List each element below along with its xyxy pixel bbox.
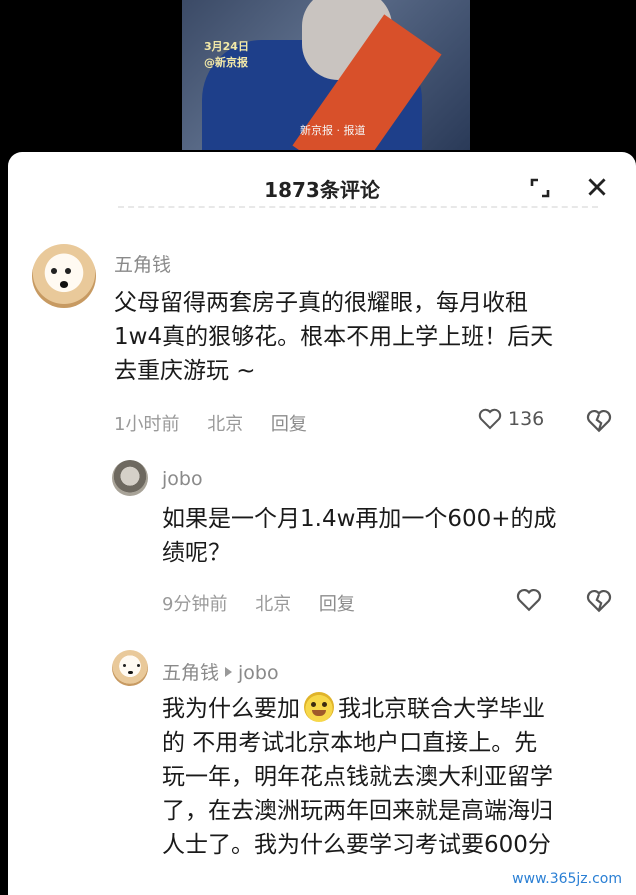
comments-sheet: 1873条评论 五角钱 父母留得两套房子真的很耀眼，每月收租 1w4真的狠够花。…: [8, 152, 636, 895]
avatar[interactable]: [32, 244, 96, 308]
emoji-icon: [304, 692, 334, 722]
video-caption-source: @新京报: [204, 56, 248, 69]
video-caption-bottom: 新京报 · 报道: [300, 124, 366, 137]
video-caption-date: 3月24日: [204, 40, 249, 53]
reply-text-line: 绩呢？: [162, 540, 231, 566]
comment-meta: 1小时前 北京 回复: [114, 410, 329, 436]
reply-text-line: 我为什么要加 我北京联合大学毕业: [162, 692, 622, 726]
avatar[interactable]: [112, 650, 148, 686]
broken-heart-icon[interactable]: [586, 588, 612, 614]
close-icon[interactable]: [584, 174, 610, 200]
comment-text-line: 去重庆游玩 ~: [114, 358, 256, 384]
scrolled-text-remnant: [118, 206, 598, 210]
comment-text-line: 父母留得两套房子真的很耀眼，每月收租: [114, 290, 528, 316]
sheet-header: 1873条评论: [8, 152, 636, 214]
reply-text-line: 人士了。我为什么要学习考试要600分: [162, 832, 551, 858]
reply-to-username[interactable]: jobo: [238, 662, 279, 684]
reply-text-line: 了，在去澳洲玩两年回来就是高端海归: [162, 798, 553, 824]
expand-icon[interactable]: [528, 176, 552, 200]
reply-text-line: 的 不用考试北京本地户口直接上。先: [162, 730, 538, 756]
like-button[interactable]: 136: [478, 408, 544, 430]
comment-text-line: 1w4真的狠够花。根本不用上学上班！后天: [114, 324, 554, 350]
comment-location: 北京: [207, 414, 244, 435]
reply-text[interactable]: 如果是一个月1.4w再加一个600+的成 绩呢？: [162, 502, 622, 570]
comment-text[interactable]: 父母留得两套房子真的很耀眼，每月收租 1w4真的狠够花。根本不用上学上班！后天 …: [114, 286, 624, 388]
reply-text-line: 玩一年，明年花点钱就去澳大利亚留学: [162, 764, 553, 790]
reply-username[interactable]: jobo: [162, 468, 203, 490]
reply-time: 9分钟前: [162, 594, 228, 615]
reply-button[interactable]: 回复: [319, 594, 355, 615]
reply-text-segment: 我北京联合大学毕业: [338, 696, 545, 722]
broken-heart-icon[interactable]: [586, 408, 612, 434]
reply-text-segment: 我为什么要加: [162, 696, 300, 722]
heart-icon[interactable]: [516, 588, 542, 612]
comment-time: 1小时前: [114, 414, 180, 435]
video-thumbnail[interactable]: 3月24日 @新京报 新京报 · 报道: [182, 0, 470, 150]
site-watermark: www.365jz.com: [506, 869, 628, 889]
comment-username[interactable]: 五角钱: [114, 250, 171, 277]
reply-button[interactable]: 回复: [271, 414, 307, 435]
reply-meta: 9分钟前 北京 回复: [162, 590, 377, 616]
reply-username[interactable]: 五角钱: [162, 662, 219, 684]
reply-text-line: 如果是一个月1.4w再加一个600+的成: [162, 506, 557, 532]
like-count: 136: [508, 408, 545, 430]
heart-icon: [478, 408, 502, 430]
reply-location: 北京: [255, 594, 292, 615]
reply-username-line: 五角钱 jobo: [162, 658, 279, 685]
reply-arrow-icon: [225, 667, 233, 677]
avatar[interactable]: [112, 460, 148, 496]
reply-text[interactable]: 我为什么要加 我北京联合大学毕业 的 不用考试北京本地户口直接上。先 玩一年，明年…: [162, 692, 622, 862]
